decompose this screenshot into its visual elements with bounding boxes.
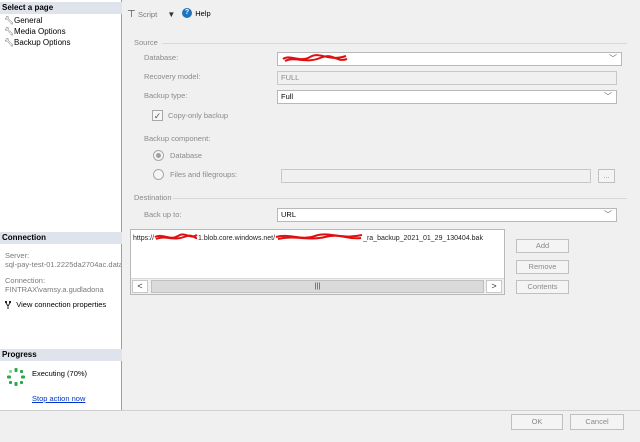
destination-divider: [173, 198, 627, 199]
url-host: 1.blob.core.windows.net/: [198, 235, 276, 242]
help-button[interactable]: ? Help: [182, 8, 211, 20]
script-label: Script: [138, 10, 158, 19]
chevron-down-icon[interactable]: ▼: [167, 10, 175, 19]
view-connection-properties-link[interactable]: View connection properties: [4, 300, 106, 310]
scroll-right-icon[interactable]: >: [486, 280, 502, 293]
script-icon: ⊤: [127, 9, 136, 20]
select-page-header: Select a page: [0, 2, 122, 14]
connection-properties-icon: [5, 301, 11, 310]
files-filegroups-field: [281, 169, 591, 183]
source-divider: [162, 43, 627, 44]
redacted-container-path: [275, 232, 363, 240]
ok-button[interactable]: OK: [511, 414, 563, 430]
files-filegroups-label: Files and filegroups:: [170, 170, 238, 179]
page-item-general[interactable]: 🔧︎General: [4, 16, 42, 26]
remove-button[interactable]: Remove: [516, 260, 569, 274]
database-radio-label: Database: [170, 151, 203, 160]
database-combo[interactable]: ﹀: [277, 52, 622, 66]
connection-label: Connection:: [5, 276, 46, 285]
backup-type-combo[interactable]: Full ﹀: [277, 90, 617, 104]
left-panel: Select a page 🔧︎General 🔧︎Media Options …: [0, 0, 122, 410]
page-item-label: Media Options: [14, 27, 66, 36]
back-up-to-value: URL: [281, 210, 297, 219]
page-item-backup-options[interactable]: 🔧︎Backup Options: [4, 38, 70, 48]
toolbar: ⊤ Script ▼ ? Help: [123, 0, 640, 30]
wrench-icon: 🔧︎: [4, 16, 15, 25]
wrench-icon: 🔧︎: [4, 38, 15, 47]
server-value: sql-pay-test-01.2225da2704ac.database: [5, 260, 121, 269]
recovery-model-label: Recovery model:: [144, 72, 201, 81]
main-content: Source Database: ﹀ Recovery model: FULL …: [123, 30, 640, 410]
server-label: Server:: [5, 251, 30, 260]
radio-selected-dot: [156, 153, 161, 158]
redacted-database-name: [282, 54, 348, 62]
connection-header: Connection: [0, 232, 122, 244]
recovery-model-field: FULL: [277, 71, 617, 85]
stop-action-link[interactable]: Stop action now: [32, 394, 85, 403]
contents-button[interactable]: Contents: [516, 280, 569, 294]
horizontal-scrollbar[interactable]: < ||| >: [131, 278, 504, 294]
database-label: Database:: [144, 53, 179, 62]
url-backup-file: _ra_backup_2021_01_29_130404.bak: [363, 235, 483, 242]
redacted-storage-account: [154, 232, 198, 240]
destination-url-item[interactable]: https:// 1.blob.core.windows.net/ _ra_back…: [133, 232, 483, 242]
url-prefix: https://: [133, 235, 155, 242]
back-up-to-label: Back up to:: [144, 210, 182, 219]
progress-spinner-icon: [7, 368, 25, 386]
script-button[interactable]: ⊤ Script ▼: [127, 9, 175, 21]
help-label: Help: [195, 8, 211, 18]
view-connection-properties-label: View connection properties: [16, 300, 107, 309]
dialog-footer: OK Cancel: [0, 410, 640, 442]
connection-value: FINTRAX\vamsy.a.gudladona: [5, 285, 104, 294]
copy-only-checkbox[interactable]: ✓: [152, 110, 163, 121]
chevron-down-icon: ﹀: [604, 92, 612, 101]
destination-group-label: Destination: [134, 193, 172, 202]
backup-type-label: Backup type:: [144, 91, 188, 100]
backup-destination-list[interactable]: https:// 1.blob.core.windows.net/ _ra_back…: [130, 229, 505, 295]
database-radio[interactable]: [153, 150, 164, 161]
copy-only-label: Copy-only backup: [168, 111, 229, 120]
progress-header: Progress: [0, 349, 122, 361]
source-group-label: Source: [134, 38, 158, 47]
wrench-icon: 🔧︎: [4, 27, 15, 36]
browse-files-button[interactable]: ...: [598, 169, 615, 183]
progress-status: Executing (70%): [32, 369, 88, 378]
add-button[interactable]: Add: [516, 239, 569, 253]
backup-type-value: Full: [281, 92, 294, 101]
help-icon: ?: [182, 8, 192, 18]
files-filegroups-radio[interactable]: [153, 169, 164, 180]
chevron-down-icon: ﹀: [609, 54, 617, 63]
page-item-media-options[interactable]: 🔧︎Media Options: [4, 27, 66, 37]
back-up-to-combo[interactable]: URL ﹀: [277, 208, 617, 222]
backup-component-label: Backup component:: [144, 134, 211, 143]
scroll-left-icon[interactable]: <: [132, 280, 148, 293]
page-item-label: General: [14, 16, 43, 25]
cancel-button[interactable]: Cancel: [570, 414, 624, 430]
chevron-down-icon: ﹀: [604, 210, 612, 219]
scrollbar-thumb[interactable]: |||: [151, 280, 484, 293]
page-item-label: Backup Options: [14, 38, 71, 47]
